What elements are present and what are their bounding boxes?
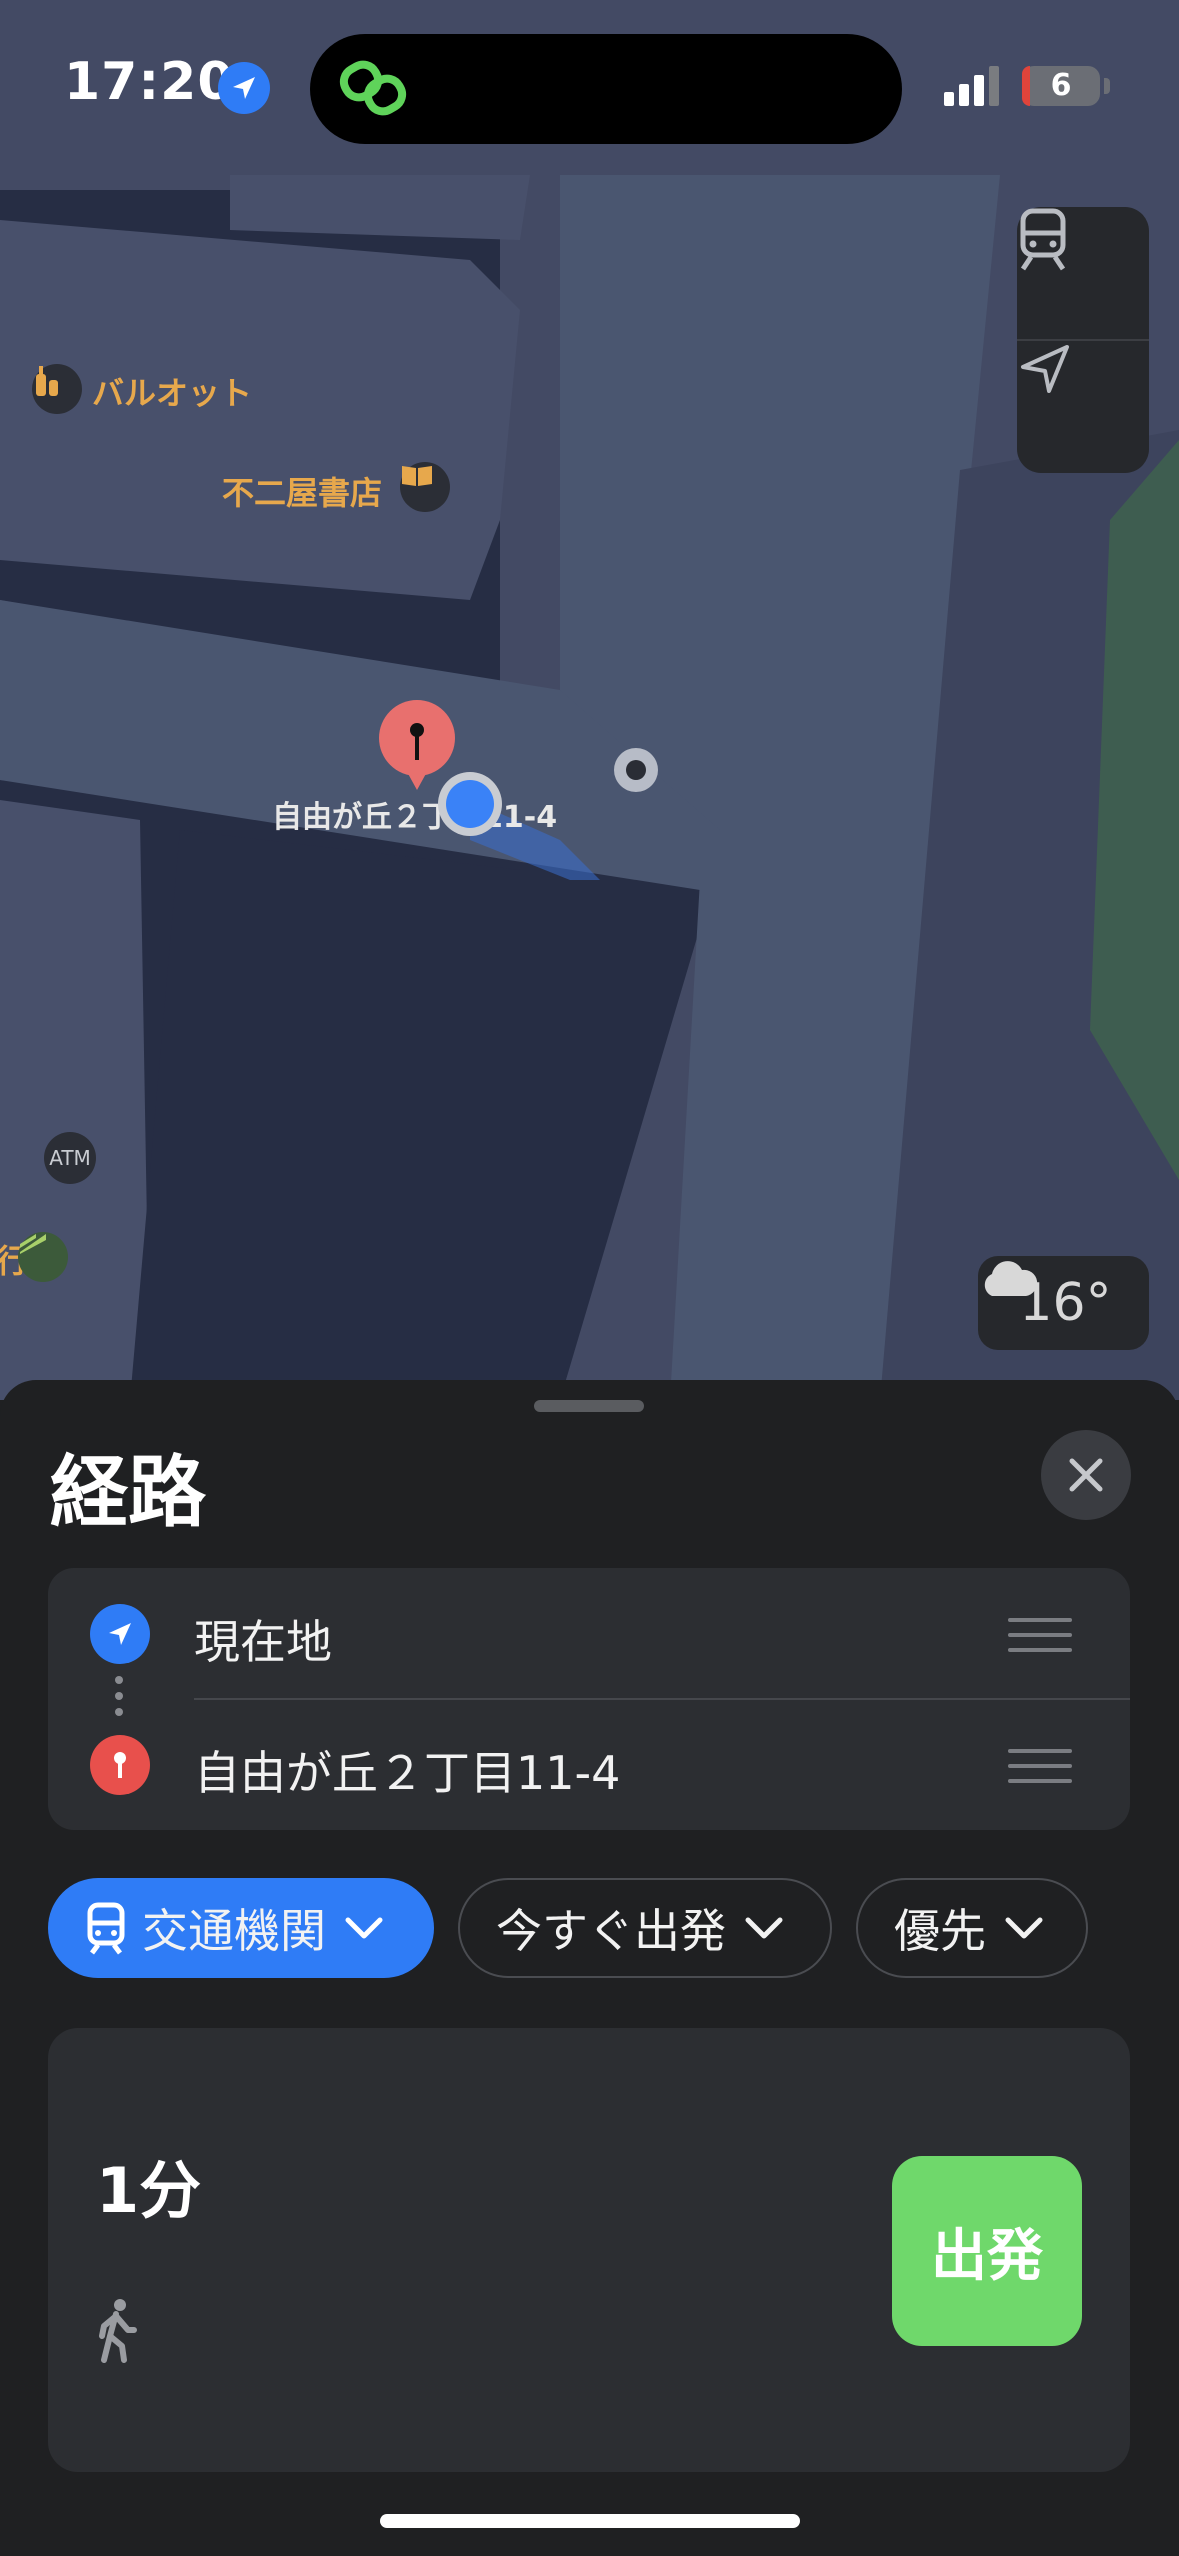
transport-mode-chip[interactable]: 交通機関 bbox=[48, 1878, 434, 1978]
chevron-down-icon bbox=[744, 1916, 784, 1940]
train-icon bbox=[87, 1902, 125, 1955]
atm-icon[interactable]: ATM bbox=[44, 1132, 96, 1184]
sake-bottle-icon[interactable] bbox=[32, 364, 82, 414]
transport-mode-label: 交通機関 bbox=[142, 1904, 326, 1958]
sheet-grabber[interactable] bbox=[534, 1400, 644, 1412]
book-icon[interactable] bbox=[400, 462, 450, 512]
close-icon bbox=[1069, 1458, 1103, 1492]
preference-label: 優先 bbox=[894, 1904, 986, 1958]
status-time: 17:20 bbox=[64, 52, 235, 112]
destination-map-label[interactable]: 自由が丘２丁目11-4 bbox=[272, 792, 557, 836]
poi-label-baruotto[interactable]: バルオット bbox=[92, 368, 252, 414]
train-icon bbox=[1020, 208, 1066, 271]
location-arrow-icon bbox=[1021, 345, 1069, 393]
battery-level: 6 bbox=[1050, 68, 1072, 103]
route-destination-row[interactable]: 自由が丘２丁目11-4 bbox=[48, 1699, 1130, 1830]
bank-icon[interactable] bbox=[18, 1232, 68, 1282]
atm-label: ATM bbox=[49, 1146, 91, 1170]
chevron-down-icon bbox=[1004, 1916, 1044, 1940]
depart-time-label: 今すぐ出発 bbox=[496, 1904, 726, 1958]
go-button[interactable]: 出発 bbox=[892, 2156, 1082, 2346]
sheet-title: 経路 bbox=[50, 1448, 207, 1538]
directions-sheet: 経路 現在地 自由が丘２丁目11-4 交通機関 今すぐ出発 優先 1分 出発 bbox=[0, 1380, 1179, 2556]
route-endpoints: 現在地 自由が丘２丁目11-4 bbox=[48, 1568, 1130, 1830]
poi-label-fujiya-bookstore[interactable]: 不二屋書店 bbox=[222, 468, 382, 514]
route-duration: 1分 bbox=[96, 2154, 202, 2227]
location-arrow-icon bbox=[90, 1604, 150, 1664]
route-origin: 現在地 bbox=[194, 1615, 332, 1669]
track-location-button[interactable] bbox=[1017, 341, 1149, 473]
battery-icon: 6 bbox=[1022, 66, 1100, 106]
map-view[interactable]: バルオット 不二屋書店 ATM 行 自由が丘２丁目11-4 16° bbox=[0, 0, 1179, 1400]
depart-time-chip[interactable]: 今すぐ出発 bbox=[458, 1878, 832, 1978]
map-marker-dot[interactable] bbox=[614, 748, 658, 792]
dynamic-island[interactable] bbox=[310, 34, 902, 144]
cloud-icon bbox=[984, 1261, 1038, 1296]
status-bar: 17:20 6 bbox=[0, 0, 1179, 175]
close-button[interactable] bbox=[1041, 1430, 1131, 1520]
home-indicator[interactable] bbox=[380, 2514, 800, 2528]
location-services-icon bbox=[218, 62, 270, 114]
route-option-card[interactable]: 1分 出発 bbox=[48, 2028, 1130, 2472]
weather-badge[interactable]: 16° bbox=[978, 1256, 1149, 1350]
route-destination: 自由が丘２丁目11-4 bbox=[194, 1746, 621, 1800]
cellular-signal-icon bbox=[944, 66, 999, 106]
map-roads bbox=[0, 0, 1179, 1400]
preference-chip[interactable]: 優先 bbox=[856, 1878, 1088, 1978]
walking-icon bbox=[99, 2299, 137, 2363]
reorder-handle-icon[interactable] bbox=[1008, 1618, 1072, 1663]
map-controls bbox=[1017, 207, 1149, 473]
current-location-dot[interactable] bbox=[438, 772, 502, 836]
chevron-down-icon bbox=[344, 1916, 384, 1940]
route-origin-row[interactable]: 現在地 bbox=[48, 1568, 1130, 1699]
pin-icon bbox=[90, 1735, 150, 1795]
link-app-icon bbox=[339, 60, 407, 116]
transit-mode-button[interactable] bbox=[1017, 207, 1149, 339]
reorder-handle-icon[interactable] bbox=[1008, 1749, 1072, 1794]
